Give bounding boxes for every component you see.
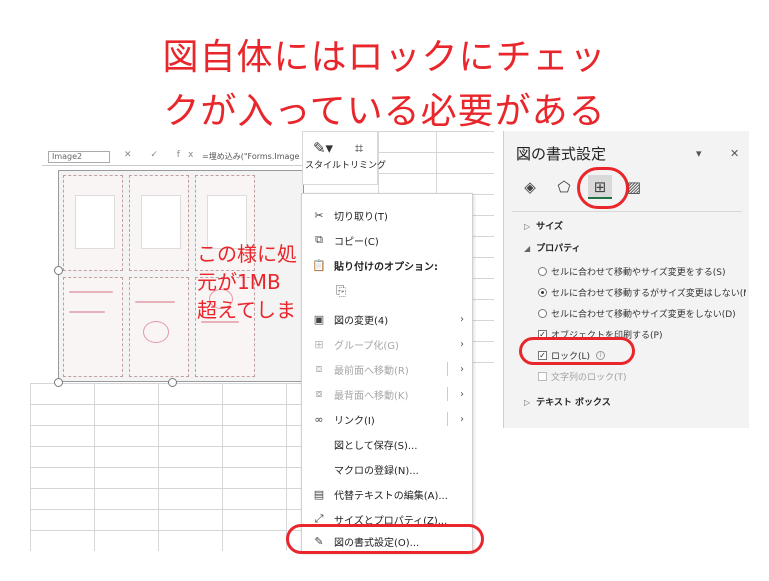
group-icon: ⊞ — [314, 337, 324, 351]
menu-item-paste-options: 📋 貼り付けのオプション: — [302, 254, 472, 276]
radio-button-selected[interactable] — [538, 288, 547, 297]
menu-item-group[interactable]: ⊞ グループ化(G) › — [302, 333, 472, 355]
overlay-text-line1: この様に処 — [197, 242, 297, 266]
effects-tab-icon[interactable]: ⬠ — [552, 175, 576, 199]
pane-options-icon[interactable]: ▾ — [696, 147, 702, 160]
expand-icon: ▷ — [524, 398, 531, 407]
resize-handle-bottom[interactable] — [168, 378, 177, 387]
menu-item-edit-alt-text[interactable]: ▤ 代替テキストの編集(A)... — [302, 483, 472, 505]
copy-icon: ⧉ — [315, 233, 323, 246]
radio-move-and-size[interactable]: セルに合わせて移動やサイズ変更をする(S) — [538, 265, 746, 278]
split-separator — [447, 362, 448, 376]
pane-title: 図の書式設定 — [516, 145, 607, 163]
submenu-arrow-icon: › — [460, 388, 464, 400]
radio-button[interactable] — [538, 267, 547, 276]
name-box[interactable]: Image2 — [48, 151, 110, 163]
handwriting-circle — [143, 321, 169, 343]
handwriting-mark — [69, 291, 113, 293]
formula-bar: Image2 ✕ ✓ fx =埋め込み("Forms.Image — [42, 148, 307, 166]
crop-label: トリミング — [341, 161, 387, 171]
radio-no-move-no-size[interactable]: セルに合わせて移動やサイズ変更をしない(D) — [538, 307, 746, 320]
annotation-title-line1: 図自体にはロックにチェッ — [162, 37, 607, 78]
mini-toolbar: ✎▾ スタイル ⌗ トリミング — [302, 131, 387, 185]
submenu-arrow-icon: › — [460, 338, 464, 350]
paste-icon: 📋 — [312, 258, 326, 272]
close-icon[interactable]: ✕ — [730, 147, 739, 160]
checkbox-unchecked[interactable] — [538, 372, 547, 381]
link-icon: ∞ — [314, 412, 324, 426]
split-separator — [447, 412, 448, 426]
paste-picture-icon[interactable]: ⎘ — [336, 284, 346, 299]
overlay-text-line2: 元が1MB — [197, 270, 281, 294]
style-button[interactable]: ✎▾ スタイル — [305, 138, 341, 171]
context-menu: ✂ 切り取り(T) ⧉ コピー(C) 📋 貼り付けのオプション: ⎘ ▣ 図の変… — [301, 193, 473, 553]
menu-item-send-back[interactable]: ⧇ 最背面へ移動(K) › — [302, 383, 472, 405]
resize-handle-left[interactable] — [54, 266, 63, 275]
submenu-arrow-icon: › — [460, 413, 464, 425]
formula-input[interactable]: =埋め込み("Forms.Image — [202, 151, 299, 162]
divider — [512, 211, 742, 212]
menu-item-change-picture[interactable]: ▣ 図の変更(4) › — [302, 308, 472, 330]
menu-item-copy[interactable]: ⧉ コピー(C) — [302, 229, 472, 251]
checkbox-lock-text[interactable]: 文字列のロック(T) — [538, 370, 746, 383]
menu-item-save-as-picture[interactable]: 図として保存(S)... — [302, 433, 472, 455]
section-textbox[interactable]: ▷ テキスト ボックス — [524, 395, 611, 408]
send-back-icon: ⧇ — [315, 387, 323, 400]
photo-placeholder — [141, 195, 181, 249]
radio-move-no-size[interactable]: セルに合わせて移動するがサイズ変更はしない(M) — [538, 286, 746, 299]
menu-item-bring-front[interactable]: ⧈ 最前面へ移動(R) › — [302, 358, 472, 380]
format-picture-pane: 図の書式設定 ▾ ✕ ◈ ⬠ ⊞ ▨ ▷ サイズ ◢ プロパティ セルに合わせて移動… — [503, 131, 749, 428]
collapse-icon: ◢ — [524, 244, 531, 253]
submenu-arrow-icon: › — [460, 363, 464, 375]
fill-line-tab-icon[interactable]: ◈ — [518, 175, 542, 199]
crop-icon: ⌗ — [354, 139, 364, 157]
highlight-lock-oval — [519, 337, 635, 365]
expand-icon: ▷ — [524, 222, 531, 231]
section-properties[interactable]: ◢ プロパティ — [524, 241, 581, 254]
scissors-icon: ✂ — [314, 208, 324, 222]
style-label: スタイル — [305, 161, 342, 171]
menu-item-assign-macro[interactable]: マクロの登録(N)... — [302, 458, 472, 480]
worksheet-grid[interactable] — [30, 383, 330, 551]
menu-item-link[interactable]: ∞ リンク(I) › — [302, 408, 472, 430]
formula-icons: ✕ ✓ fx — [124, 150, 202, 160]
bring-front-icon: ⧈ — [315, 362, 323, 375]
resize-handle-bottom-left[interactable] — [54, 378, 63, 387]
handwriting-mark — [135, 301, 175, 303]
submenu-arrow-icon: › — [460, 313, 464, 325]
overlay-text-line3: 超えてしま — [197, 298, 296, 322]
radio-button[interactable] — [538, 309, 547, 318]
annotation-title-line2: クが入っている必要がある — [163, 91, 606, 132]
highlight-tab-oval — [577, 167, 629, 209]
section-size[interactable]: ▷ サイズ — [524, 219, 563, 232]
crop-button[interactable]: ⌗ トリミング — [341, 138, 387, 171]
highlight-format-menu-oval — [286, 524, 484, 554]
alt-text-icon: ▤ — [313, 487, 325, 501]
style-brush-icon: ✎▾ — [312, 139, 334, 157]
handwriting-mark — [69, 311, 105, 313]
menu-item-cut[interactable]: ✂ 切り取り(T) — [302, 204, 472, 226]
split-separator — [447, 387, 448, 401]
photo-placeholder — [75, 195, 115, 249]
change-picture-icon: ▣ — [313, 312, 325, 326]
